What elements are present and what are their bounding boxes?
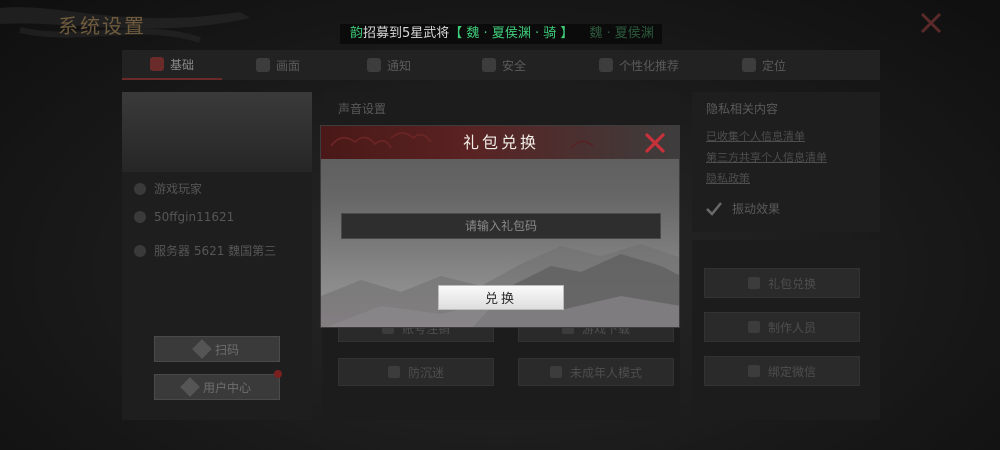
tab-label: 定位 — [761, 58, 786, 73]
collected-info-link[interactable]: 已收集个人信息清单 — [706, 128, 805, 144]
anti-addiction-button[interactable]: 防沉迷 — [338, 358, 494, 386]
button-label: 防沉迷 — [407, 365, 444, 380]
profile-server-row: 服务器 5621 魏国第三 — [134, 242, 276, 259]
privacy-policy-link[interactable]: 隐私政策 — [706, 170, 750, 186]
button-label: 绑定微信 — [767, 364, 816, 379]
user-center-label: 用户中心 — [202, 380, 251, 395]
minor-mode-button[interactable]: 未成年人模式 — [518, 358, 674, 386]
close-icon[interactable] — [918, 10, 944, 36]
ticker-message: 招募到5星武将 — [363, 26, 450, 41]
dialog-title: 礼包兑换 — [462, 133, 539, 152]
profile-id: 50ffgin11621 — [154, 210, 235, 224]
chat-icon — [366, 58, 381, 72]
sound-title: 声音设置 — [338, 102, 387, 116]
privacy-title: 隐私相关内容 — [706, 102, 779, 116]
tab-label: 安全 — [501, 58, 526, 73]
close-icon[interactable] — [644, 132, 666, 154]
profile-banner-art — [122, 92, 312, 172]
profile-name: 游戏玩家 — [154, 182, 203, 196]
checkmark-icon — [706, 201, 722, 216]
game-screen: 系统设置 韵招募到5星武将【 魏 · 夏侯渊 · 骑 】魏 · 夏侯渊 基础 画… — [0, 0, 1000, 450]
notification-dot — [274, 370, 282, 378]
tab-basic[interactable]: 基础 — [122, 50, 222, 80]
third-party-info-link[interactable]: 第三方共享个人信息清单 — [706, 149, 827, 165]
avatar-icon — [134, 182, 146, 195]
tab-security[interactable]: 安全 — [444, 50, 564, 80]
scan-icon — [192, 339, 212, 359]
recruit-ticker: 韵招募到5星武将【 魏 · 夏侯渊 · 骑 】魏 · 夏侯渊 — [340, 24, 662, 44]
tab-label: 基础 — [169, 57, 194, 72]
ticker-hero: 【 魏 · 夏侯渊 · 骑 】 — [449, 26, 574, 41]
gift-redeem-button[interactable]: 礼包兑换 — [704, 268, 860, 298]
extra-actions-panel: 礼包兑换 制作人员 绑定微信 — [692, 240, 880, 420]
child-icon — [549, 366, 562, 378]
profile-id-row: 50ffgin11621 — [134, 210, 234, 224]
ticker-trail: 魏 · 夏侯渊 — [589, 26, 654, 41]
gift-code-dialog: 礼包兑换 兑换 — [320, 125, 680, 328]
profile-name-row: 游戏玩家 — [134, 180, 202, 197]
credits-button[interactable]: 制作人员 — [704, 312, 860, 342]
button-label: 未成年人模式 — [569, 365, 642, 380]
tab-label: 个性化推荐 — [618, 58, 679, 73]
user-icon — [180, 377, 200, 397]
home-icon — [149, 57, 164, 71]
scan-button[interactable]: 扫码 — [154, 336, 280, 362]
id-icon — [134, 211, 146, 223]
mountain-landscape-decoration — [321, 244, 679, 327]
vibration-toggle[interactable]: 振动效果 — [706, 200, 780, 217]
button-label: 礼包兑换 — [767, 276, 816, 291]
tab-label: 通知 — [386, 58, 411, 73]
image-icon — [255, 58, 270, 72]
tab-label: 画面 — [275, 58, 300, 73]
user-center-button[interactable]: 用户中心 — [154, 374, 280, 400]
gift-icon — [747, 277, 760, 289]
bind-wechat-button[interactable]: 绑定微信 — [704, 356, 860, 386]
server-icon — [134, 244, 146, 257]
tab-graphics[interactable]: 画面 — [222, 50, 334, 80]
settings-tabs: 基础 画面 通知 安全 个性化推荐 定位 — [122, 50, 880, 80]
redeem-button[interactable]: 兑换 — [438, 285, 564, 310]
tab-personalized-recommendation[interactable]: 个性化推荐 — [564, 50, 714, 80]
megaphone-icon — [747, 321, 760, 333]
profile-server: 服务器 5621 魏国第三 — [154, 244, 277, 258]
shield-icon — [481, 58, 496, 72]
scan-button-label: 扫码 — [214, 342, 239, 357]
button-label: 制作人员 — [767, 320, 816, 335]
tab-location[interactable]: 定位 — [714, 50, 814, 80]
profile-panel: 游戏玩家 50ffgin11621 服务器 5621 魏国第三 扫码 用户中心 — [122, 92, 312, 420]
location-icon — [741, 58, 756, 72]
system-settings-title: 系统设置 — [58, 14, 146, 38]
warning-icon — [387, 366, 400, 378]
thumb-icon — [598, 58, 613, 72]
vibration-label: 振动效果 — [732, 202, 781, 216]
gift-code-input[interactable] — [341, 213, 661, 239]
wechat-icon — [747, 365, 760, 377]
tab-notifications[interactable]: 通知 — [334, 50, 444, 80]
privacy-panel: 隐私相关内容 已收集个人信息清单 第三方共享个人信息清单 隐私政策 振动效果 — [692, 92, 880, 232]
ticker-prefix: 韵 — [350, 26, 364, 41]
